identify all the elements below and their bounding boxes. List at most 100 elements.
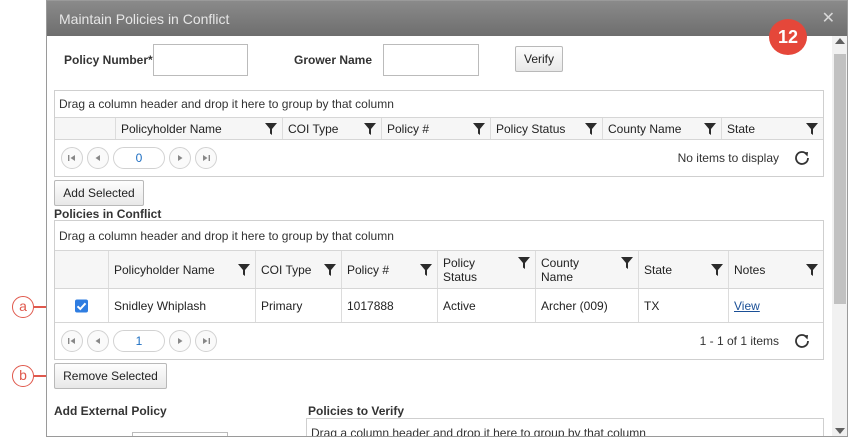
filter-icon[interactable] [806,122,818,135]
coi-type-value: Primary [261,298,303,313]
grower-name-input[interactable] [383,44,479,76]
column-selector-header [55,118,115,139]
filter-icon[interactable] [704,122,716,135]
column-header-policy-number[interactable]: Policy # [381,118,490,139]
pager-info: 1 - 1 of 1 items [699,334,779,348]
remove-selected-button[interactable]: Remove Selected [54,363,167,389]
grower-name-label: Grower Name [294,53,373,67]
scroll-up-arrow-icon[interactable] [835,38,845,44]
policyholder-cell: Snidley Whiplash [108,289,255,322]
step-badge: 12 [769,19,807,55]
first-page-button[interactable] [61,147,83,169]
column-title: Policy # [347,262,390,277]
close-icon[interactable]: ✕ [822,8,835,28]
policies-in-conflict-heading: Policies in Conflict [54,207,162,221]
column-header-coi-type[interactable]: COI Type [255,251,341,288]
current-page-indicator[interactable]: 1 [113,330,165,352]
column-header-state[interactable]: State [638,251,728,288]
column-title: County Name [541,255,580,284]
refresh-icon[interactable] [793,149,811,167]
policy-number-input[interactable] [153,44,248,76]
column-header-policy-status[interactable]: Policy Status [437,251,535,288]
previous-page-button[interactable] [87,330,109,352]
previous-page-icon [95,155,100,161]
group-drop-zone[interactable]: Drag a column header and drop it here to… [55,91,823,118]
county-name-value: Archer (009) [541,298,608,313]
next-page-button[interactable] [169,330,191,352]
filter-icon[interactable] [711,263,723,276]
table-row[interactable]: Snidley Whiplash Primary 1017888 Active … [55,289,823,323]
refresh-icon[interactable] [793,332,811,350]
policy-number-cell: 1017888 [341,289,437,322]
policies-in-conflict-grid: Drag a column header and drop it here to… [54,220,824,360]
column-title: Policy Status [496,121,566,136]
group-drop-zone[interactable]: Drag a column header and drop it here to… [55,221,823,251]
add-selected-button[interactable]: Add Selected [54,180,144,206]
column-title: Notes [734,262,766,277]
policies-to-verify-heading: Policies to Verify [308,404,405,418]
filter-icon[interactable] [585,122,597,135]
column-title: State [644,262,673,277]
column-header-notes[interactable]: Notes [728,251,823,288]
row-select-cell[interactable] [55,289,108,322]
column-header-policyholder-name[interactable]: Policyholder Name [108,251,255,288]
conflict-grid-header: Policyholder Name COI Type Policy # Poli… [55,251,823,289]
scrollbar-thumb[interactable] [834,54,846,304]
conflict-pager: 1 1 - 1 of 1 items [55,323,823,359]
filter-icon[interactable] [324,263,336,276]
dialog-title: Maintain Policies in Conflict [59,11,230,27]
filter-icon[interactable] [621,257,633,269]
callout-a: a [12,296,34,318]
maintain-policies-dialog: Maintain Policies in Conflict ✕ 12 Polic… [46,0,848,437]
group-drop-zone[interactable]: Drag a column header and drop it here to… [307,419,823,436]
column-header-policyholder-name[interactable]: Policyholder Name [115,118,282,139]
last-page-button[interactable] [195,147,217,169]
external-policy-input[interactable] [132,432,228,436]
dialog-content: Policy Number* Grower Name Verify Drag a… [47,36,832,436]
filter-icon[interactable] [473,122,485,135]
dialog-titlebar: Maintain Policies in Conflict ✕ [47,1,847,36]
column-title: State [727,121,756,136]
state-value: TX [644,298,660,313]
results-pager: 0 No items to display [55,140,823,176]
policy-number-label: Policy Number* [64,53,153,67]
filter-icon[interactable] [806,263,818,276]
policyholder-value: Snidley Whiplash [114,298,207,313]
next-page-icon [178,338,183,344]
last-page-button[interactable] [195,330,217,352]
next-page-icon [178,155,183,161]
scroll-down-arrow-icon[interactable] [835,428,845,434]
filter-icon[interactable] [420,263,432,276]
column-header-coi-type[interactable]: COI Type [282,118,381,139]
column-header-policy-status[interactable]: Policy Status [490,118,602,139]
column-title: Policyholder Name [114,262,215,277]
current-page-indicator[interactable]: 0 [113,147,165,169]
filter-icon[interactable] [238,263,250,276]
filter-icon[interactable] [364,122,376,135]
previous-page-icon [95,338,100,344]
last-page-icon [203,155,210,161]
row-checkbox[interactable] [75,299,88,312]
view-notes-link[interactable]: View [734,299,760,313]
column-title: Policy # [387,121,430,136]
next-page-button[interactable] [169,147,191,169]
coi-type-cell: Primary [255,289,341,322]
state-cell: TX [638,289,728,322]
column-title: COI Type [261,262,312,277]
pager-info: No items to display [677,151,779,165]
column-header-county-name[interactable]: County Name [602,118,721,139]
first-page-button[interactable] [61,330,83,352]
first-page-icon [68,338,75,344]
filter-icon[interactable] [265,122,277,135]
policies-to-verify-grid: Drag a column header and drop it here to… [306,418,824,436]
vertical-scrollbar[interactable] [832,36,847,436]
column-header-county-name[interactable]: County Name [535,251,638,288]
checkmark-icon [76,302,87,310]
column-title: County Name [608,121,682,136]
filter-icon[interactable] [518,257,530,269]
previous-page-button[interactable] [87,147,109,169]
column-header-policy-number[interactable]: Policy # [341,251,437,288]
verify-button[interactable]: Verify [515,46,563,72]
column-header-state[interactable]: State [721,118,823,139]
policy-status-value: Active [443,298,476,313]
